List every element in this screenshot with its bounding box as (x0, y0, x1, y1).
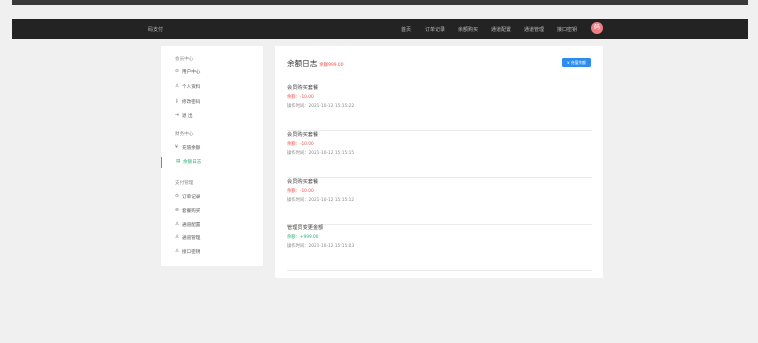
sidebar-item-api-key[interactable]: ♙ 接口密钥 (161, 247, 263, 258)
entry-amount: 余额：-10.00 (287, 142, 314, 147)
entry-title: 会员购买套餐 (287, 132, 319, 138)
sidebar-item-label: 套餐购买 (182, 209, 201, 214)
sidebar-item-balance-log[interactable]: ▤ 余额日志 (161, 157, 263, 168)
sidebar-item-orders[interactable]: ⊙ 订单记录 (161, 192, 263, 203)
sidebar: 会员中心 ⊙ 用户中心 ♙ 个人资料 ⚷ 修改密码 ⇥ 退 出 财务中心 ¥ 充… (161, 46, 263, 266)
channel-config-icon: ♙ (175, 222, 180, 227)
sidebar-item-user-center[interactable]: ⊙ 用户中心 (161, 67, 263, 78)
channel-manage-icon: ♙ (175, 235, 180, 240)
list-item: 会员购买套餐 余额：-10.00 操作时间：2021-10-12 15:15:2… (287, 84, 592, 131)
entry-title: 会员购买套餐 (287, 85, 319, 91)
sidebar-item-label: 用户中心 (182, 70, 201, 75)
entry-title: 管理员变更金额 (287, 225, 324, 231)
balance-note: 余额999.00 (319, 63, 344, 68)
logout-icon: ⇥ (175, 113, 179, 118)
sidebar-item-logout[interactable]: ⇥ 退 出 (161, 111, 263, 122)
nav-channel-config[interactable]: 通道配置 (491, 26, 511, 33)
sidebar-item-package-buy[interactable]: ⊖ 套餐购买 (161, 206, 263, 217)
avatar[interactable]: 码 (591, 22, 603, 34)
sidebar-item-recharge[interactable]: ¥ 充值余额 (161, 143, 263, 154)
sidebar-item-change-password[interactable]: ⚷ 修改密码 (161, 97, 263, 108)
api-key-icon: ♙ (175, 249, 180, 254)
page-title: 余额日志 余额999.00 (287, 58, 344, 69)
entry-amount: 余额：-10.00 (287, 95, 314, 100)
sidebar-group-finance: 财务中心 (175, 132, 194, 137)
entry-title: 会员购买套餐 (287, 179, 319, 185)
order-icon: ⊙ (175, 194, 179, 199)
entry-time: 操作时间：2021-10-12 15:15:22 (287, 104, 355, 109)
entry-amount: 余额：+999.00 (287, 235, 319, 240)
nav-api-key[interactable]: 接口密钥 (557, 26, 577, 33)
list-item: 管理员变更金额 余额：+999.00 操作时间：2021-10-12 15:15… (287, 224, 592, 271)
sidebar-item-label: 订单记录 (182, 195, 201, 200)
user-circle-icon: ⊙ (175, 69, 179, 74)
key-icon: ⚷ (175, 99, 179, 104)
list-item: 会员购买套餐 余额：-10.00 操作时间：2021-10-12 15:15:1… (287, 178, 592, 225)
top-strip (12, 0, 748, 5)
list-item: 会员购买套餐 余额：-10.00 操作时间：2021-10-12 15:15:1… (287, 131, 592, 178)
sidebar-item-label: 通道管理 (182, 236, 201, 241)
sidebar-item-label: 余额日志 (183, 160, 202, 165)
sidebar-item-label: 修改密码 (182, 100, 201, 105)
sidebar-item-channel-config[interactable]: ♙ 通道配置 (161, 220, 263, 231)
nav-balance-purchase[interactable]: 余额购买 (458, 26, 478, 33)
entry-time: 操作时间：2021-10-12 15:15:12 (287, 198, 355, 203)
sidebar-item-label: 通道配置 (182, 223, 201, 228)
page-title-text: 余额日志 (287, 59, 318, 68)
sidebar-group-member: 会员中心 (175, 57, 194, 62)
sidebar-item-label: 退 出 (182, 114, 193, 119)
sidebar-item-label: 接口密钥 (182, 250, 201, 255)
nav-orders[interactable]: 订单记录 (425, 26, 445, 33)
recharge-button[interactable]: ¥ 充值余额 (562, 58, 591, 67)
sidebar-group-payment: 支付管理 (175, 181, 194, 186)
entry-time: 操作时间：2021-10-12 15:15:15 (287, 151, 355, 156)
buy-icon: ⊖ (175, 208, 179, 213)
sidebar-item-channel-manage[interactable]: ♙ 通道管理 (161, 233, 263, 244)
yen-icon: ¥ (175, 145, 178, 150)
sidebar-item-label: 个人资料 (182, 85, 201, 90)
entry-time: 操作时间：2021-10-12 15:15:03 (287, 244, 355, 249)
user-icon: ♙ (175, 84, 180, 89)
sidebar-item-label: 充值余额 (182, 146, 201, 151)
nav-channel-manage[interactable]: 通道管理 (524, 26, 544, 33)
navbar: 码支付 首页 订单记录 余额购买 通道配置 通道管理 接口密钥 码 (12, 19, 748, 39)
entry-amount: 余额：-10.00 (287, 189, 314, 194)
list-icon: ▤ (176, 159, 181, 164)
nav-home[interactable]: 首页 (401, 26, 411, 33)
sidebar-item-profile[interactable]: ♙ 个人资料 (161, 82, 263, 93)
balance-log-panel: 余额日志 余额999.00 ¥ 充值余额 会员购买套餐 余额：-10.00 操作时… (275, 46, 603, 278)
brand-logo[interactable]: 码支付 (148, 26, 163, 33)
